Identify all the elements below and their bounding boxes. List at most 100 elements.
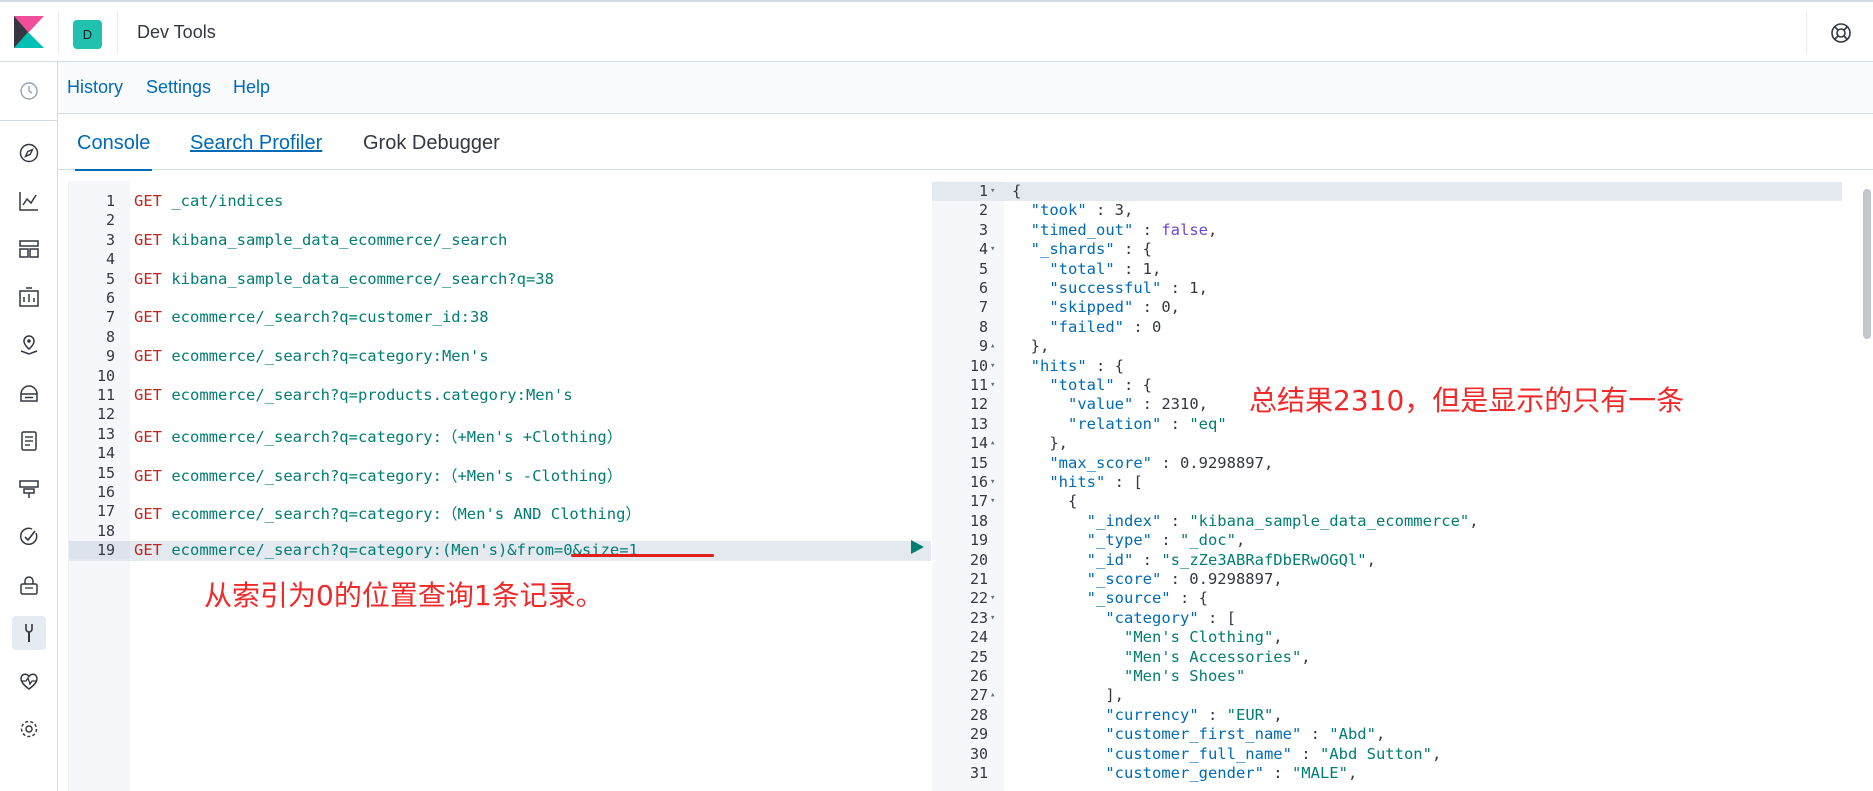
json-text: "hits" : { (1030, 356, 1124, 375)
tab-grok-debugger[interactable]: Grok Debugger (363, 132, 500, 155)
kibana-logo-icon[interactable] (14, 16, 44, 48)
request-editor[interactable]: 1 GET _cat/indices 2 3 GET kibana_sample_dat… (68, 181, 997, 791)
request-line[interactable]: 2 (69, 211, 931, 230)
fold-toggle-icon[interactable]: ▾ (990, 589, 1000, 608)
response-line: 24 "Men's Clothing", (932, 628, 1842, 647)
json-text: "category" : [ (1105, 608, 1236, 627)
line-number: 22 (969, 589, 988, 608)
maps-pin-icon[interactable] (16, 332, 42, 358)
line-number: 10 (96, 366, 115, 385)
fold-toggle-icon[interactable]: ▾ (990, 182, 1000, 201)
json-text: "currency" : "EUR", (1105, 705, 1283, 724)
request-line[interactable]: 1 GET _cat/indices (69, 192, 931, 211)
response-line: 17 ▾ { (932, 492, 1842, 511)
settings-link[interactable]: Settings (146, 77, 211, 98)
json-text: "successful" : 1, (1049, 279, 1208, 297)
tab-console[interactable]: Console (74, 132, 153, 171)
line-number: 14 (96, 444, 115, 463)
response-line: 2 "took" : 3, (932, 201, 1842, 220)
request-line[interactable]: 12 (69, 405, 931, 424)
uptime-icon[interactable] (16, 524, 42, 550)
json-text: "Men's Accessories", (1123, 647, 1311, 666)
request-path: ecommerce/_search?q=category:（Men's AND … (162, 505, 641, 524)
json-text: ], (1012, 686, 1124, 705)
annotation-underline (571, 554, 714, 557)
request-path: ecommerce/_search?q=category:(Men's)&fro… (162, 541, 638, 560)
request-line[interactable]: 14 (69, 444, 931, 463)
send-request-play-icon[interactable] (908, 538, 926, 556)
request-line[interactable]: 11 GET ecommerce/_search?q=products.categ… (69, 386, 931, 405)
json-text: "_index" : "kibana_sample_data_ecommerce… (1086, 511, 1479, 530)
request-line[interactable]: 7 GET ecommerce/_search?q=customer_id:38 (69, 308, 931, 327)
fold-toggle-icon[interactable]: ▴ (990, 337, 1000, 356)
line-number: 19 (969, 531, 988, 550)
fold-toggle-icon[interactable]: ▾ (990, 240, 1000, 259)
line-number: 14 (969, 434, 988, 453)
recently-viewed-clock-icon[interactable] (16, 78, 42, 104)
fold-toggle-icon[interactable]: ▾ (990, 609, 1000, 628)
json-text: { (1012, 492, 1078, 511)
line-number: 3 (105, 230, 115, 249)
visualize-chart-icon[interactable] (16, 188, 42, 214)
help-lifebuoy-icon[interactable] (1829, 21, 1853, 45)
discover-compass-icon[interactable] (16, 140, 42, 166)
space-avatar[interactable]: D (73, 20, 102, 49)
response-line: 29 "customer_first_name" : "Abd", (932, 725, 1842, 744)
fold-toggle-icon[interactable]: ▾ (990, 492, 1000, 511)
response-line: 14 ▴ }, (932, 434, 1842, 453)
fold-toggle-icon[interactable]: ▾ (990, 376, 1000, 395)
json-text: "Men's Clothing", (1123, 628, 1283, 647)
machine-learning-icon[interactable] (16, 380, 42, 406)
siem-lock-icon[interactable] (16, 572, 42, 598)
request-line[interactable]: 13 GET ecommerce/_search?q=category:（+Men… (69, 425, 931, 446)
request-line[interactable]: 18 (69, 522, 931, 541)
request-line[interactable]: 15 GET ecommerce/_search?q=category:（+Men… (69, 464, 931, 485)
monitoring-heartbeat-icon[interactable] (16, 668, 42, 694)
fold-toggle-icon[interactable]: ▾ (990, 357, 1000, 376)
request-line[interactable]: 19 GET ecommerce/_search?q=category:(Men'… (69, 541, 931, 561)
json-text: "Men's Shoes" (1123, 667, 1246, 685)
response-line: 15 "max_score" : 0.9298897, (932, 454, 1842, 473)
header-divider (58, 12, 59, 54)
response-line: 22 ▾ "_source" : { (932, 589, 1842, 608)
dev-tools-wrench-icon[interactable] (12, 616, 46, 650)
line-number: 13 (969, 414, 988, 433)
response-line: 26 "Men's Shoes" (932, 667, 1842, 686)
response-line: 8 "failed" : 0 (932, 318, 1842, 337)
infrastructure-icon[interactable] (16, 476, 42, 502)
dashboard-icon[interactable] (16, 236, 42, 262)
tab-search-profiler[interactable]: Search Profiler (190, 132, 322, 155)
response-line: 16 ▾ "hits" : [ (932, 473, 1842, 492)
response-line: 31 "customer_gender" : "MALE", (932, 764, 1842, 783)
request-annotation: 从索引为0的位置查询1条记录。 (204, 579, 604, 612)
request-line[interactable]: 4 (69, 250, 931, 269)
response-line: 4 ▾ "_shards" : { (932, 240, 1842, 259)
request-line[interactable]: 16 (69, 483, 931, 502)
line-number: 2 (978, 201, 988, 220)
request-line[interactable]: 5 GET kibana_sample_data_ecommerce/_searc… (69, 270, 931, 289)
fold-toggle-icon[interactable]: ▴ (990, 686, 1000, 705)
request-text: GET ecommerce/_search?q=customer_id:38 (134, 308, 489, 326)
line-number: 24 (969, 628, 988, 647)
request-line[interactable]: 6 (69, 289, 931, 308)
canvas-icon[interactable] (16, 284, 42, 310)
fold-toggle-icon[interactable]: ▴ (990, 434, 1000, 453)
json-text: }, (1012, 337, 1050, 356)
request-line[interactable]: 17 GET ecommerce/_search?q=category:（Men'… (69, 502, 931, 524)
request-line[interactable]: 9 GET ecommerce/_search?q=category:Men's (69, 347, 931, 366)
help-link[interactable]: Help (233, 77, 270, 98)
request-line[interactable]: 3 GET kibana_sample_data_ecommerce/_searc… (69, 231, 931, 250)
response-scrollbar-thumb[interactable] (1863, 189, 1871, 339)
line-number: 21 (969, 570, 988, 588)
request-line[interactable]: 8 (69, 328, 931, 347)
management-gear-icon[interactable] (16, 716, 42, 742)
fold-toggle-icon[interactable]: ▾ (990, 473, 1000, 492)
console-menu: History Settings Help (58, 62, 1873, 114)
request-line[interactable]: 10 (69, 367, 931, 386)
json-text: "value" : 2310, (1068, 395, 1208, 414)
http-method: GET (134, 308, 162, 327)
json-text: "_score" : 0.9298897, (1086, 570, 1283, 588)
logs-icon[interactable] (16, 428, 42, 454)
history-link[interactable]: History (67, 77, 123, 98)
response-viewer[interactable]: 1 ▾{2 "took" : 3, 3 "timed_out" : false, 4 ▾… (932, 181, 1873, 791)
